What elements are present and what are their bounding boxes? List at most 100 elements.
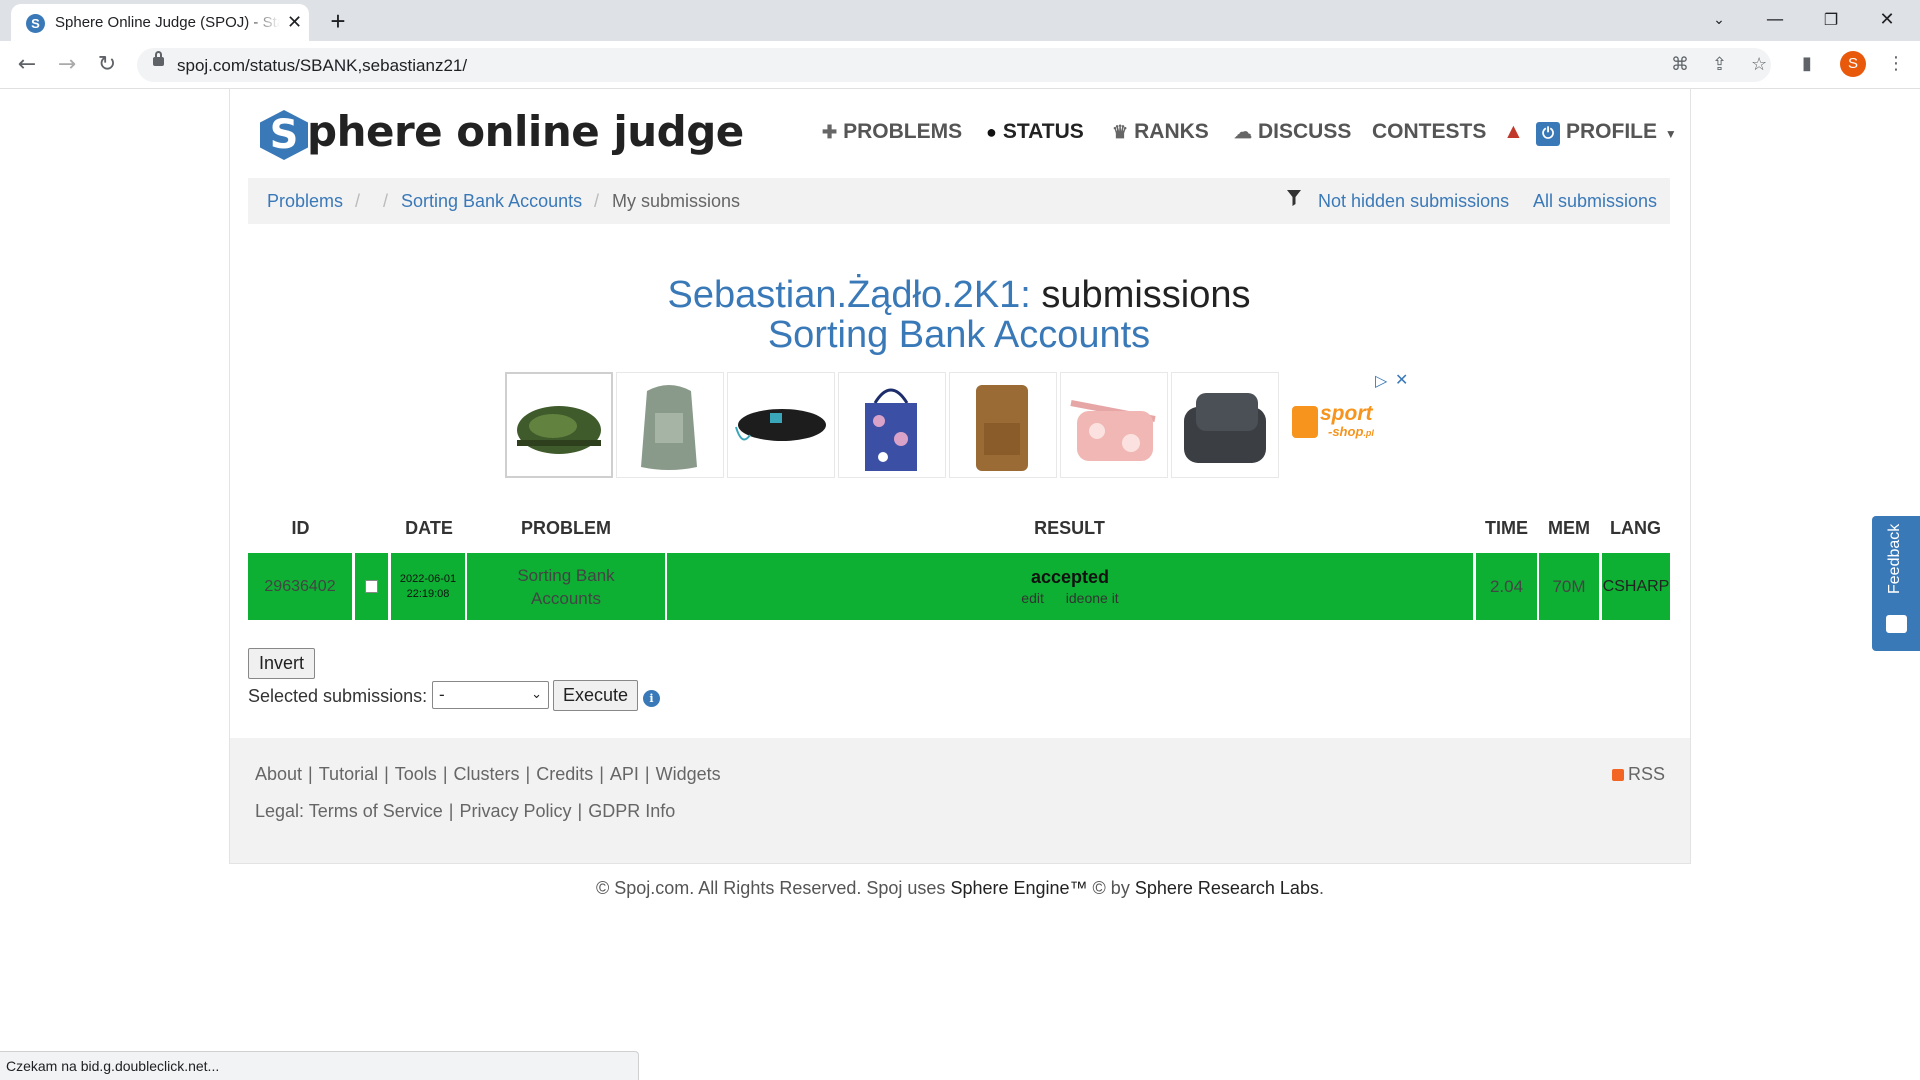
footer-link-tools[interactable]: Tools [395,764,437,784]
ad-brand-logo[interactable]: sport -shop.pl [1282,372,1390,478]
nav-status-label: STATUS [1002,120,1084,143]
nav-problems[interactable]: ✚ PROBLEMS [822,120,962,150]
breadcrumb-problem[interactable]: Sorting Bank Accounts [401,191,582,212]
column-header-lang[interactable]: LANG [1601,518,1670,539]
submission-problem-link[interactable]: Sorting Bank Accounts [467,553,665,620]
ad-product-image[interactable] [949,372,1057,478]
footer-link-clusters[interactable]: Clusters [454,764,520,784]
problem-title-link[interactable]: Sorting Bank Accounts [248,314,1670,357]
filter-not-hidden-link[interactable]: Not hidden submissions [1318,191,1509,212]
footer-divider: | [448,801,454,821]
gdpr-link[interactable]: GDPR Info [588,801,675,821]
invert-button[interactable]: Invert [248,648,315,679]
footer-link-tutorial[interactable]: Tutorial [319,764,378,784]
ad-product-image[interactable] [1060,372,1168,478]
filter-icon [1287,190,1301,211]
ad-brand-suffix: .pl [1363,428,1374,438]
breadcrumb-current: My submissions [612,191,741,211]
rss-link[interactable]: RSS [1612,764,1665,785]
breadcrumb-separator: / [594,191,600,211]
footer-link-api[interactable]: API [610,764,639,784]
restore-icon[interactable]: ❐ [1803,4,1859,36]
submission-date-day: 2022-06-01 [399,572,457,585]
footer-link-widgets[interactable]: Widgets [656,764,721,784]
translate-icon[interactable]: ⌘ [1671,54,1689,75]
forward-icon[interactable]: → [51,49,83,81]
new-tab-button[interactable]: + [322,6,354,38]
execute-button[interactable]: Execute [553,680,638,711]
column-header-id[interactable]: ID [278,518,323,539]
close-window-icon[interactable]: ✕ [1859,4,1915,36]
nav-ranks[interactable]: ♛ RANKS [1112,120,1209,150]
circle-icon: ● [986,122,997,142]
status-badge: accepted [1030,567,1110,587]
bookmark-star-icon[interactable]: ☆ [1751,54,1767,75]
result-actions: edit ideone it [1021,590,1118,606]
submission-checkbox[interactable] [365,580,378,593]
ad-product-image[interactable] [1171,372,1279,478]
advertisement-banner[interactable]: sport -shop.pl ▷ ✕ [504,370,1410,480]
filter-all-link[interactable]: All submissions [1533,191,1657,212]
page-footer: About | Tutorial | Tools | Clusters | Credits | AP… [230,738,1690,863]
submission-problem-line2: Accounts [531,588,601,608]
browser-tab[interactable]: S Sphere Online Judge (SPOJ) - Status ✕ [11,4,309,41]
nav-discuss[interactable]: ☁ DISCUSS [1234,120,1351,150]
column-header-problem[interactable]: PROBLEM [466,518,666,539]
spoj-favicon-icon: S [26,14,45,33]
column-header-result[interactable]: RESULT [667,518,1472,539]
edit-link[interactable]: edit [1021,590,1044,606]
back-icon[interactable]: ← [11,49,43,81]
ad-product-image[interactable] [838,372,946,478]
nav-status[interactable]: ● STATUS [986,120,1084,150]
breadcrumb-separator: / [355,191,361,211]
footer-divider: | [577,801,583,821]
sphere-engine-link[interactable]: Sphere Engine™ [950,878,1087,898]
submission-id[interactable]: 29636402 [248,553,352,620]
warning-icon[interactable]: ▲ [1503,120,1524,150]
column-header-time[interactable]: TIME [1476,518,1537,539]
url-text[interactable]: spoj.com/status/SBANK,sebastianz21/ [177,56,467,76]
footer-links: About | Tutorial | Tools | Clusters | Credits | AP… [255,764,721,785]
footer-link-credits[interactable]: Credits [536,764,593,784]
feedback-tab[interactable]: Feedback [1872,516,1920,651]
chevron-down-icon: ⌄ [531,687,542,702]
footer-divider: | [599,764,604,784]
rss-label: RSS [1628,764,1666,784]
column-header-mem[interactable]: MEM [1538,518,1600,539]
ad-close-icon[interactable]: ✕ [1395,370,1408,390]
ad-product-image[interactable] [616,372,724,478]
side-panel-icon[interactable]: ▮ [1802,53,1812,74]
tab-search-icon[interactable]: ⌄ [1691,4,1747,36]
profile-avatar[interactable]: S [1840,51,1866,77]
privacy-link[interactable]: Privacy Policy [459,801,571,821]
share-icon[interactable]: ⇪ [1712,54,1727,75]
column-header-date[interactable]: DATE [390,518,468,539]
feedback-label: Feedback [1886,523,1903,594]
adchoices-icon[interactable]: ▷ [1375,371,1387,391]
minimize-icon[interactable]: — [1747,4,1803,36]
nav-profile[interactable]: ⏻ PROFILE ▼ [1536,120,1677,150]
submission-date-time: 22:19:08 [406,587,450,600]
sphere-labs-link[interactable]: Sphere Research Labs [1135,878,1319,898]
nav-ranks-label: RANKS [1134,120,1209,143]
terms-link[interactable]: Terms of Service [309,801,443,821]
ad-product-image[interactable] [727,372,835,478]
nav-contests[interactable]: CONTESTS [1372,120,1486,150]
submission-checkbox-cell [355,553,388,620]
chat-icon [1886,615,1907,633]
ideone-link[interactable]: ideone it [1066,590,1119,606]
selected-action-select[interactable]: - ⌄ [432,681,549,709]
nav-problems-label: PROBLEMS [843,120,963,143]
nav-profile-label: PROFILE [1566,120,1658,143]
menu-kebab-icon[interactable]: ⋮ [1887,53,1905,74]
footer-link-about[interactable]: About [255,764,302,784]
user-link[interactable]: Sebastian.Żądło.2K1: [668,274,1031,316]
tab-close-icon[interactable]: ✕ [287,12,302,33]
address-bar[interactable]: spoj.com/status/SBANK,sebastianz21/ ⌘ ⇪ … [137,48,1771,82]
info-icon[interactable]: i [643,690,660,707]
lock-icon[interactable] [153,51,164,66]
shopping-bag-icon [1292,406,1318,438]
ad-product-image[interactable] [505,372,613,478]
breadcrumb-problems[interactable]: Problems [267,191,343,212]
reload-icon[interactable]: ↻ [91,49,123,81]
